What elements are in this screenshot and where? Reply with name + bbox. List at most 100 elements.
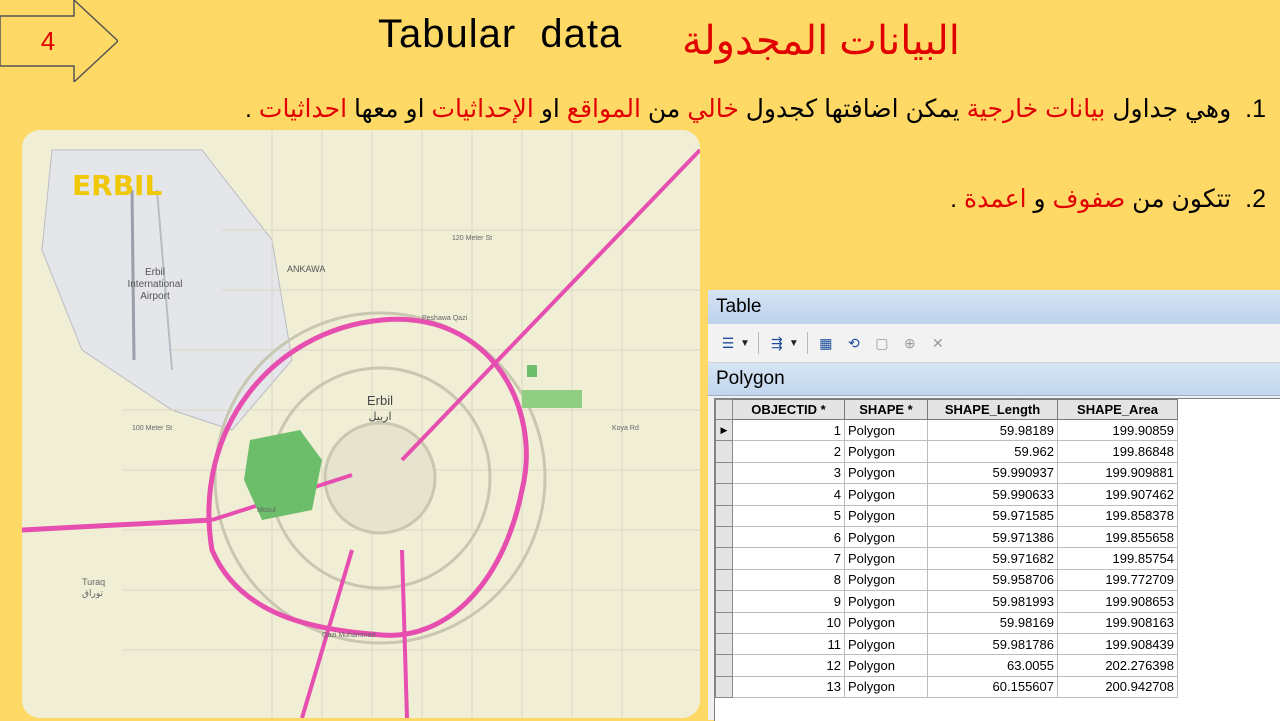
column-header-shape[interactable]: SHAPE * xyxy=(844,399,928,420)
table-row[interactable]: 8 Polygon 59.958706 199.772709 xyxy=(715,568,1178,592)
cell-shape[interactable]: Polygon xyxy=(844,418,928,442)
row-selector[interactable] xyxy=(715,461,733,485)
cell-shape[interactable]: Polygon xyxy=(844,504,928,527)
row-selector[interactable] xyxy=(715,504,733,527)
cell-shape-length[interactable]: 59.98169 xyxy=(927,611,1058,634)
table-row[interactable]: 4 Polygon 59.990633 199.907462 xyxy=(715,483,1178,506)
cell-shape-length[interactable]: 59.990937 xyxy=(927,461,1058,485)
table-row[interactable]: 3 Polygon 59.990937 199.909881 xyxy=(715,461,1178,485)
highlight-text: المواقع xyxy=(566,95,641,123)
switch-selection-icon[interactable]: ⟲ xyxy=(844,333,864,353)
row-selector[interactable] xyxy=(715,611,733,634)
row-selector[interactable] xyxy=(715,590,733,613)
row-selector[interactable] xyxy=(715,568,733,592)
cell-shape-area[interactable]: 199.858378 xyxy=(1057,504,1178,527)
attribute-table-window: Table ☰ ▼ ⇶ ▼ ▦ ⟲ ▢ ⊕ ✕ Polygon OBJECTID *… xyxy=(708,290,1280,721)
road-label-120m: 120 Meter St xyxy=(452,235,492,242)
cell-shape-length[interactable]: 59.990633 xyxy=(927,483,1058,506)
table-layer-tab[interactable]: Polygon xyxy=(708,363,1280,396)
table-row[interactable]: 12 Polygon 63.0055 202.276398 xyxy=(715,654,1178,677)
cell-shape-length[interactable]: 59.971386 xyxy=(927,525,1058,549)
cell-objectid[interactable]: 7 xyxy=(732,547,845,570)
highlight-text: احداثيات xyxy=(258,95,348,123)
cell-shape-area[interactable]: 199.909881 xyxy=(1057,461,1178,485)
cell-shape[interactable]: Polygon xyxy=(844,568,928,592)
cell-shape-length[interactable]: 59.962 xyxy=(927,440,1058,463)
cell-shape-area[interactable]: 199.908653 xyxy=(1057,590,1178,613)
cell-shape-length[interactable]: 63.0055 xyxy=(927,654,1058,677)
table-row[interactable]: 2 Polygon 59.962 199.86848 xyxy=(715,440,1178,463)
cell-shape-area[interactable]: 199.855658 xyxy=(1057,525,1178,549)
cell-objectid[interactable]: 11 xyxy=(732,632,845,656)
table-row[interactable]: 9 Polygon 59.981993 199.908653 xyxy=(715,590,1178,613)
row-selector[interactable]: ▶ xyxy=(715,418,733,442)
table-row[interactable]: 10 Polygon 59.98169 199.908163 xyxy=(715,611,1178,634)
table-row[interactable]: 11 Polygon 59.981786 199.908439 xyxy=(715,632,1178,656)
table-row[interactable]: 6 Polygon 59.971386 199.855658 xyxy=(715,525,1178,549)
cell-shape-length[interactable]: 59.98189 xyxy=(927,418,1058,442)
cell-shape-area[interactable]: 199.86848 xyxy=(1057,440,1178,463)
cell-shape[interactable]: Polygon xyxy=(844,675,928,699)
table-row[interactable]: 13 Polygon 60.155607 200.942708 xyxy=(715,675,1178,699)
zoom-to-selected-icon[interactable]: ⊕ xyxy=(900,333,920,353)
cell-objectid[interactable]: 3 xyxy=(732,461,845,485)
table-row[interactable]: ▶ 1 Polygon 59.98189 199.90859 xyxy=(715,418,1178,442)
row-selector[interactable] xyxy=(715,483,733,506)
cell-shape[interactable]: Polygon xyxy=(844,547,928,570)
toolbar-separator xyxy=(806,332,808,354)
cell-objectid[interactable]: 9 xyxy=(732,590,845,613)
cell-shape-area[interactable]: 202.276398 xyxy=(1057,654,1178,677)
column-header-shape-length[interactable]: SHAPE_Length xyxy=(927,399,1058,420)
cell-shape-length[interactable]: 59.958706 xyxy=(927,568,1058,592)
row-selector[interactable] xyxy=(715,547,733,570)
cell-shape-length[interactable]: 60.155607 xyxy=(927,675,1058,699)
cell-shape[interactable]: Polygon xyxy=(844,611,928,634)
cell-shape[interactable]: Polygon xyxy=(844,440,928,463)
cell-shape[interactable]: Polygon xyxy=(844,483,928,506)
cell-objectid[interactable]: 1 xyxy=(732,418,845,442)
clear-selection-icon[interactable]: ▢ xyxy=(872,333,892,353)
cell-shape-area[interactable]: 199.908163 xyxy=(1057,611,1178,634)
cell-shape-area[interactable]: 199.90859 xyxy=(1057,418,1178,442)
row-selector[interactable] xyxy=(715,525,733,549)
table-options-icon[interactable]: ☰ xyxy=(718,333,738,353)
column-header-shape-area[interactable]: SHAPE_Area xyxy=(1057,399,1178,420)
select-by-attributes-icon[interactable]: ▦ xyxy=(816,333,836,353)
table-row[interactable]: 5 Polygon 59.971585 199.858378 xyxy=(715,504,1178,527)
row-selector[interactable] xyxy=(715,440,733,463)
cell-objectid[interactable]: 12 xyxy=(732,654,845,677)
related-tables-icon[interactable]: ⇶ xyxy=(767,333,787,353)
cell-shape-area[interactable]: 199.908439 xyxy=(1057,632,1178,656)
cell-objectid[interactable]: 13 xyxy=(732,675,845,699)
cell-shape-area[interactable]: 199.85754 xyxy=(1057,547,1178,570)
cell-shape[interactable]: Polygon xyxy=(844,654,928,677)
cell-shape-length[interactable]: 59.971585 xyxy=(927,504,1058,527)
cell-shape-length[interactable]: 59.981993 xyxy=(927,590,1058,613)
bullet-1: 1. وهي جداول بيانات خارجية يمكن اضافتها ك… xyxy=(245,94,1266,124)
row-selector[interactable] xyxy=(715,632,733,656)
header-selector[interactable] xyxy=(715,399,733,420)
row-selector[interactable] xyxy=(715,654,733,677)
cell-shape[interactable]: Polygon xyxy=(844,590,928,613)
cell-shape[interactable]: Polygon xyxy=(844,525,928,549)
column-header-objectid[interactable]: OBJECTID * xyxy=(732,399,845,420)
cell-shape[interactable]: Polygon xyxy=(844,632,928,656)
cell-shape[interactable]: Polygon xyxy=(844,461,928,485)
toolbar-separator xyxy=(757,332,759,354)
cell-objectid[interactable]: 10 xyxy=(732,611,845,634)
table-row[interactable]: 7 Polygon 59.971682 199.85754 xyxy=(715,547,1178,570)
cell-objectid[interactable]: 2 xyxy=(732,440,845,463)
cell-objectid[interactable]: 6 xyxy=(732,525,845,549)
cell-objectid[interactable]: 4 xyxy=(732,483,845,506)
cell-shape-length[interactable]: 59.981786 xyxy=(927,632,1058,656)
delete-selected-icon[interactable]: ✕ xyxy=(928,333,948,353)
cell-objectid[interactable]: 5 xyxy=(732,504,845,527)
row-selector[interactable] xyxy=(715,675,733,699)
cell-shape-area[interactable]: 200.942708 xyxy=(1057,675,1178,699)
cell-shape-area[interactable]: 199.907462 xyxy=(1057,483,1178,506)
cell-objectid[interactable]: 8 xyxy=(732,568,845,592)
cell-shape-area[interactable]: 199.772709 xyxy=(1057,568,1178,592)
table-options-caret-icon[interactable]: ▼ xyxy=(740,338,750,349)
related-tables-caret-icon[interactable]: ▼ xyxy=(789,338,799,349)
cell-shape-length[interactable]: 59.971682 xyxy=(927,547,1058,570)
